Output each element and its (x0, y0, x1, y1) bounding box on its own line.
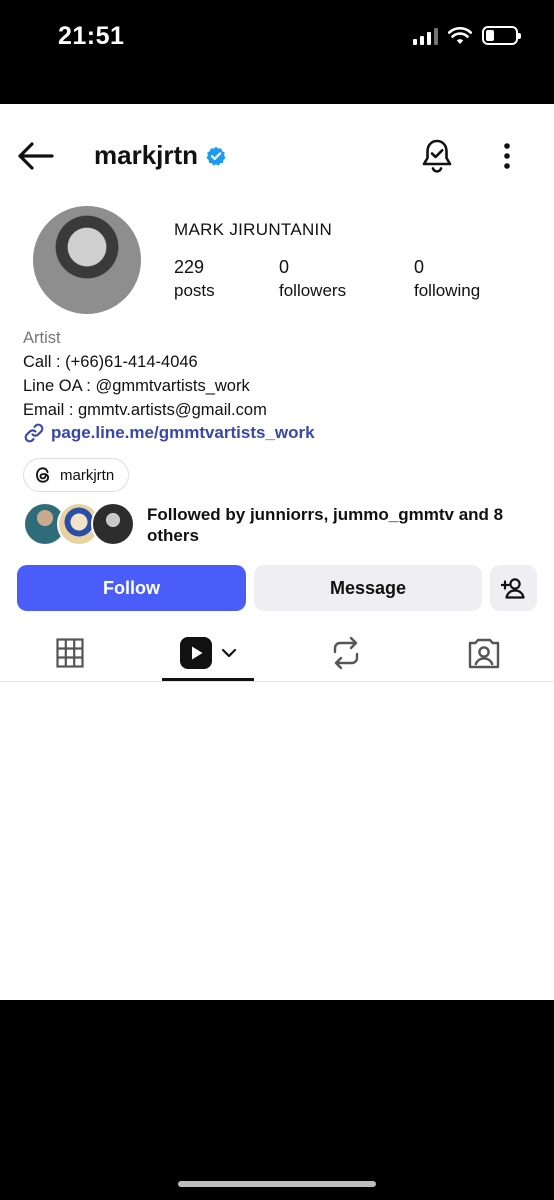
followers-count: 0 (279, 257, 290, 277)
tab-reels[interactable] (162, 624, 254, 682)
mutual-avatar (91, 502, 135, 546)
following-count: 0 (414, 257, 425, 277)
threads-handle: markjrtn (60, 466, 115, 484)
following-label: following (414, 281, 481, 300)
mutual-followers-avatars (23, 502, 137, 548)
status-bar: 21:51 (0, 0, 554, 104)
battery-icon (482, 26, 521, 45)
message-button[interactable]: Message (254, 565, 482, 611)
posts-count: 229 (174, 257, 205, 277)
bio: Artist Call : (+66)61-414-4046 Line OA :… (23, 326, 267, 422)
active-tab-indicator (162, 678, 254, 681)
stat-followers[interactable]: 0 followers (279, 255, 346, 303)
followed-by-text: Followed by junniorrs, jummo_gmmtv and 8… (147, 505, 504, 545)
profile-screen: markjrtn MARK JIRUNTANIN 229 posts 0 fol… (0, 104, 554, 1000)
suggested-accounts-button[interactable] (490, 565, 537, 611)
more-options-icon[interactable] (497, 140, 517, 172)
reels-icon (180, 637, 212, 669)
threads-badge[interactable]: markjrtn (23, 458, 130, 492)
grid-icon (56, 638, 84, 668)
bio-line-line-oa: Line OA : @gmmtvartists_work (23, 377, 250, 395)
tab-reposts[interactable] (300, 624, 392, 682)
stat-following[interactable]: 0 following (414, 255, 480, 303)
bio-line-email: Email : gmmtv.artists@gmail.com (23, 401, 267, 419)
tagged-icon (468, 638, 500, 669)
followers-label: followers (279, 281, 347, 300)
status-time: 21:51 (58, 22, 125, 50)
bio-link[interactable]: page.line.me/gmmtvartists_work (23, 422, 315, 444)
stat-posts[interactable]: 229 posts (174, 255, 215, 303)
signal-icon (413, 27, 438, 45)
bio-link-text: page.line.me/gmmtvartists_work (51, 423, 315, 442)
profile-username: markjrtn (94, 140, 226, 171)
tab-posts[interactable] (24, 624, 116, 682)
tab-tagged[interactable] (438, 624, 530, 682)
link-icon (24, 423, 44, 443)
username-text: markjrtn (94, 140, 199, 170)
bio-line-phone: Call : (+66)61-414-4046 (23, 353, 198, 371)
top-bar: markjrtn (0, 104, 554, 208)
profile-avatar[interactable] (33, 206, 141, 314)
back-arrow-icon[interactable] (16, 140, 54, 172)
profile-tabs (0, 624, 554, 682)
reposts-icon (333, 636, 359, 670)
bio-category: Artist (23, 329, 61, 347)
notification-bell-icon[interactable] (420, 138, 454, 174)
verified-badge-icon (206, 146, 226, 166)
full-name: MARK JIRUNTANIN (174, 220, 333, 239)
add-person-icon (500, 578, 525, 599)
posts-label: posts (174, 281, 215, 300)
wifi-icon (448, 26, 472, 44)
home-indicator (178, 1181, 376, 1187)
chevron-down-icon (221, 648, 237, 658)
followed-by[interactable]: Followed by junniorrs, jummo_gmmtv and 8… (23, 502, 533, 548)
status-icons (413, 26, 521, 45)
follow-button[interactable]: Follow (17, 565, 246, 611)
threads-icon (36, 467, 50, 483)
